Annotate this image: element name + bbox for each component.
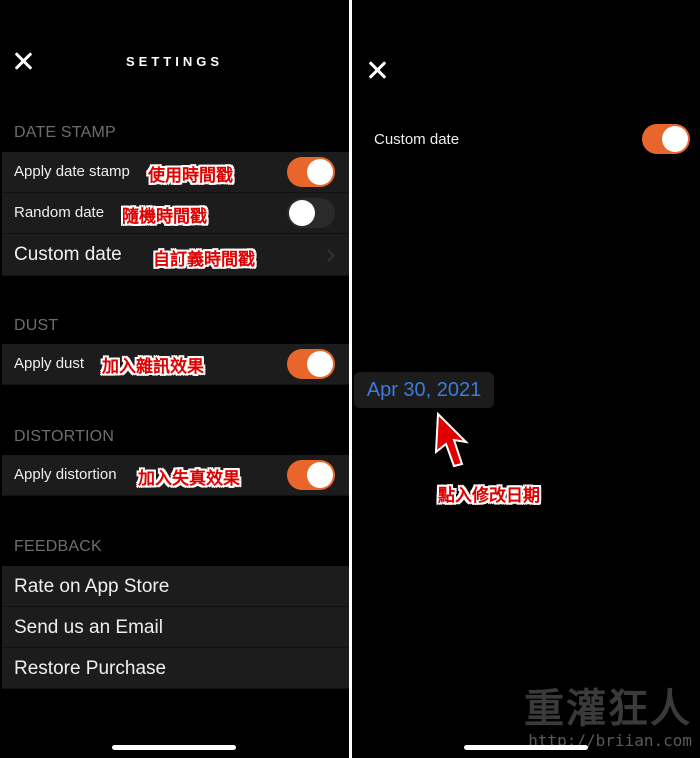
send-email-row[interactable]: Send us an Email: [2, 607, 349, 648]
random-date-row[interactable]: Random date 隨機時間戳: [2, 193, 349, 234]
toggle-knob: [307, 159, 333, 185]
annotation-random-timestamp: 隨機時間戳: [122, 207, 207, 226]
chevron-right-icon: [322, 249, 335, 262]
watermark: 重灌狂人 http://briian.com: [524, 687, 692, 750]
custom-date-panel: Custom date Apr 30, 2021 點入修改日期 重灌狂人 htt…: [352, 0, 700, 758]
annotation-add-distortion: 加入失真效果: [138, 469, 240, 488]
close-icon[interactable]: [366, 59, 390, 83]
apply-date-stamp-row[interactable]: Apply date stamp 使用時間戳: [2, 152, 349, 193]
annotation-custom-timestamp: 自訂義時間戳: [153, 250, 255, 269]
rate-app-row[interactable]: Rate on App Store: [2, 566, 349, 607]
home-indicator: [464, 745, 588, 750]
home-indicator: [112, 745, 236, 750]
apply-date-stamp-label: Apply date stamp: [14, 163, 130, 180]
page-title: SETTINGS: [125, 54, 223, 69]
section-header-distortion: DISTORTION: [14, 428, 115, 445]
restore-purchase-row[interactable]: Restore Purchase: [2, 648, 349, 689]
apply-distortion-row[interactable]: Apply distortion 加入失真效果: [2, 455, 349, 496]
restore-purchase-label: Restore Purchase: [14, 658, 167, 679]
date-picker-button[interactable]: Apr 30, 2021: [354, 372, 494, 408]
annotation-use-timestamp: 使用時間戳: [148, 166, 233, 185]
random-date-label: Random date: [14, 204, 105, 221]
toggle-knob: [307, 462, 333, 488]
rate-app-label: Rate on App Store: [14, 576, 170, 597]
toggle-knob: [289, 200, 315, 226]
settings-panel: SETTINGS DATE STAMP Apply date stamp 使用時…: [0, 0, 349, 758]
apply-dust-toggle[interactable]: [287, 349, 335, 379]
custom-date-label: Custom date: [374, 131, 460, 148]
watermark-logo-text: 重灌狂人: [524, 686, 692, 732]
apply-distortion-label: Apply distortion: [14, 466, 117, 483]
toggle-knob: [662, 126, 688, 152]
section-header-date-stamp: DATE STAMP: [14, 124, 116, 141]
section-header-feedback: FEEDBACK: [14, 538, 102, 555]
random-date-toggle[interactable]: [287, 198, 335, 228]
annotation-add-noise: 加入雜訊效果: [102, 357, 204, 376]
toggle-knob: [307, 351, 333, 377]
apply-distortion-toggle[interactable]: [287, 460, 335, 490]
apply-date-stamp-toggle[interactable]: [287, 157, 335, 187]
send-email-label: Send us an Email: [14, 617, 163, 638]
custom-date-toggle[interactable]: [642, 124, 690, 154]
arrow-pointer-icon: [434, 412, 469, 468]
annotation-tap-to-edit-date: 點入修改日期: [438, 486, 540, 505]
section-header-dust: DUST: [14, 317, 59, 334]
apply-dust-label: Apply dust: [14, 355, 85, 372]
custom-date-label: Custom date: [14, 244, 122, 265]
custom-date-row[interactable]: Custom date 自訂義時間戳: [2, 234, 349, 276]
apply-dust-row[interactable]: Apply dust 加入雜訊效果: [2, 344, 349, 385]
